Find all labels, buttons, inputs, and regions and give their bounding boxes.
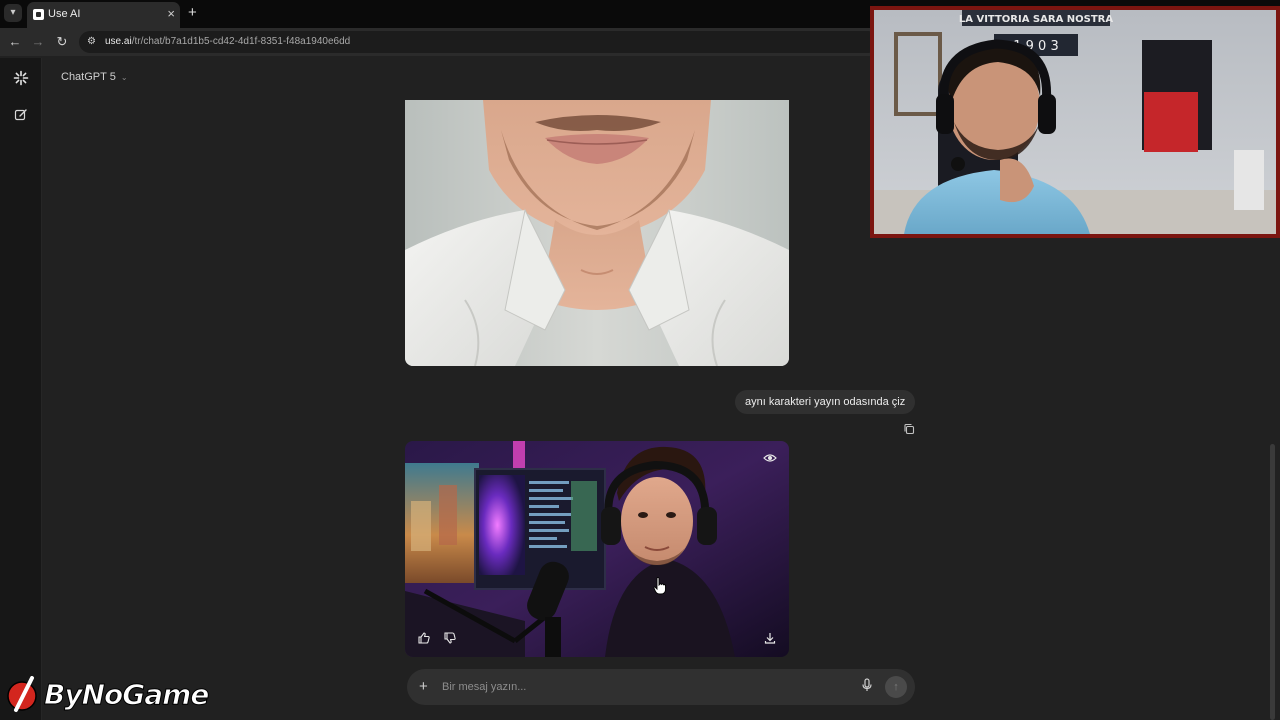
bynogame-watermark: ByNoGame	[6, 676, 210, 716]
send-arrow-icon: ↑	[893, 681, 899, 693]
plus-icon[interactable]: +	[419, 678, 428, 696]
app-sidebar	[0, 58, 42, 720]
back-arrow-icon[interactable]: ←	[6, 33, 24, 51]
message-composer: + ↑	[407, 669, 915, 705]
sparkle-logo-icon[interactable]	[12, 70, 30, 88]
generated-image-streamer[interactable]	[405, 441, 789, 657]
tab-title: Use AI	[48, 8, 81, 20]
eye-icon[interactable]	[763, 451, 779, 467]
scrollbar-thumb[interactable]	[1270, 444, 1275, 720]
copy-icon[interactable]	[903, 422, 915, 435]
browser-tab[interactable]: Use AI ×	[27, 2, 180, 28]
new-tab-icon[interactable]: +	[188, 4, 197, 22]
new-chat-icon[interactable]	[12, 108, 30, 126]
webcam-overlay: LA VITTORIA SARA NOSTRA 1 9 0 3	[870, 6, 1280, 238]
microphone-icon[interactable]	[861, 678, 875, 694]
site-settings-icon[interactable]: ⚙	[87, 36, 96, 47]
url-text: use.ai/tr/chat/b7a1d1b5-cd42-4d1f-8351-f…	[105, 36, 351, 47]
tab-search-menu-icon[interactable]: ▾	[4, 4, 22, 22]
watermark-text: ByNoGame	[43, 678, 209, 712]
hand-cursor-icon	[653, 577, 667, 600]
thumbs-down-icon[interactable]	[443, 631, 459, 647]
screen: ▾ Use AI × + ← → ↻ ⚙ use.ai/tr/chat/b7a1…	[0, 0, 1280, 720]
reload-icon[interactable]: ↻	[53, 33, 71, 51]
user-message-bubble: aynı karakteri yayın odasında çiz	[735, 390, 916, 414]
poster-text: LA VITTORIA SARA NOSTRA	[959, 14, 1114, 25]
send-button[interactable]: ↑	[885, 676, 907, 698]
address-bar[interactable]: ⚙ use.ai/tr/chat/b7a1d1b5-cd42-4d1f-8351…	[79, 31, 879, 53]
thumbs-up-icon[interactable]	[417, 631, 433, 647]
message-input[interactable]	[442, 678, 852, 696]
close-tab-icon[interactable]: ×	[167, 6, 175, 22]
model-selector[interactable]: ChatGPT 5 ⌄	[61, 71, 128, 83]
download-icon[interactable]	[763, 631, 779, 647]
model-selector-label: ChatGPT 5	[61, 71, 116, 83]
generated-image-portrait[interactable]	[405, 100, 789, 366]
bynogame-logo-icon	[7, 676, 37, 712]
forward-arrow-icon[interactable]: →	[29, 33, 47, 51]
chevron-down-icon: ⌄	[120, 73, 128, 82]
tab-favicon-icon	[33, 9, 44, 20]
